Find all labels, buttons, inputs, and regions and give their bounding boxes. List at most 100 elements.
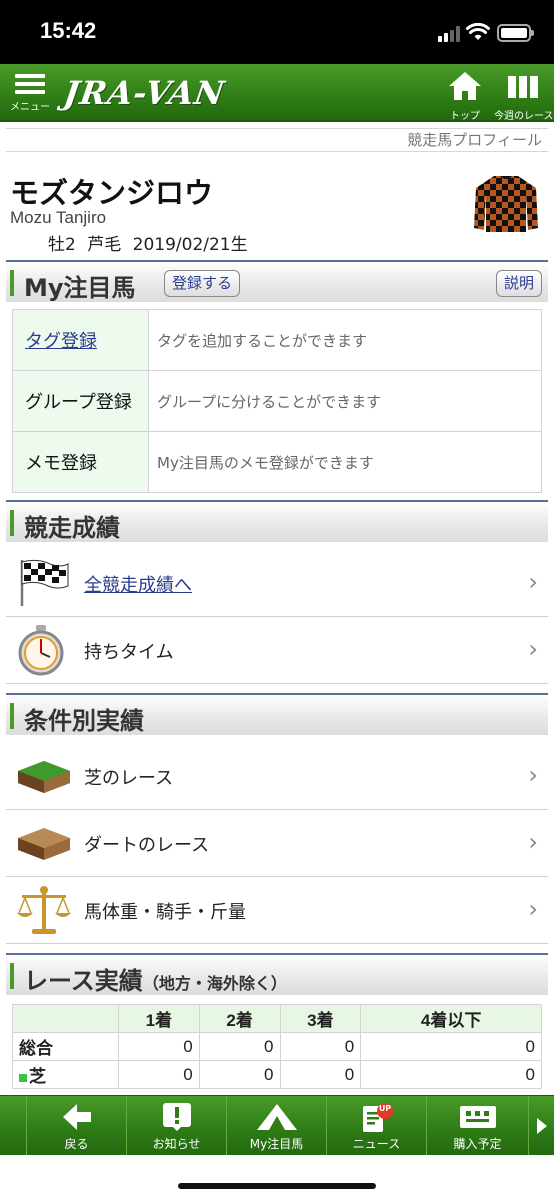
table-row: タグ登録 タグを追加することができます: [12, 309, 542, 371]
tab-planned-bets[interactable]: 購入予定: [426, 1096, 528, 1156]
horse-coat-color: 芦毛: [87, 235, 122, 255]
race-record-title: レース実績（地方・海外除く）: [24, 961, 287, 996]
jra-van-logo[interactable]: JRA-VAN: [61, 74, 227, 112]
memo-register-label[interactable]: メモ登録: [12, 431, 149, 493]
top-label: トップ: [450, 111, 480, 122]
best-times-label: 持ちタイム: [84, 642, 174, 663]
chevron-right-icon: ›: [528, 761, 538, 789]
help-button[interactable]: 説明: [496, 270, 542, 297]
tab-news-label: ニュース: [352, 1137, 401, 1151]
race-record-title-text: レース実績: [24, 967, 143, 995]
dirt-races-label: ダートのレース: [84, 835, 210, 856]
all-race-results-link[interactable]: 全競走成績へ: [84, 571, 192, 597]
race-record-subtitle: （地方・海外除く）: [142, 974, 287, 993]
turf-icon: [18, 761, 70, 793]
weight-jockey-row[interactable]: 馬体重・騎手・斤量 ›: [6, 877, 548, 944]
column-header: 4着以下: [360, 1004, 542, 1033]
cellular-signal-icon: [438, 26, 460, 42]
table-row: グループ登録 グループに分けることができます: [12, 370, 542, 432]
arrow-left-icon: [62, 1104, 91, 1130]
horse-name: モズタンジロウ: [10, 176, 214, 210]
table-corner-cell: [12, 1004, 119, 1033]
chevron-right-icon: ›: [528, 635, 538, 663]
table-cell: 0: [198, 1032, 281, 1061]
turf-races-row[interactable]: 芝のレース ›: [6, 743, 548, 810]
ticket-icon: [459, 1106, 496, 1128]
tag-register-link[interactable]: タグ登録: [25, 331, 97, 352]
all-race-results-row[interactable]: 全競走成績へ ›: [6, 550, 548, 617]
table-cell: 0: [279, 1032, 362, 1061]
my-watch-options-table: タグ登録 タグを追加することができます グループ登録 グループに分けることができ…: [12, 309, 542, 493]
tab-my-watch[interactable]: My注目馬: [226, 1096, 326, 1156]
turf-color-marker: [19, 1074, 27, 1082]
conditions-title: 条件別実績: [24, 707, 144, 735]
column-header: 3着: [279, 1004, 362, 1033]
race-record-section-header: レース実績（地方・海外除く）: [6, 953, 548, 995]
tab-back[interactable]: 戻る: [26, 1096, 126, 1156]
horse-info: 牡2 芦毛 2019/02/21生: [48, 230, 248, 255]
table-cell: 0: [279, 1060, 362, 1089]
checkered-flag-icon: [20, 559, 69, 606]
race-results-title: 競走成績: [24, 514, 120, 542]
my-watch-section-header: My注目馬 登録する 説明: [6, 260, 548, 302]
home-indicator[interactable]: [178, 1183, 376, 1189]
home-icon: [449, 72, 481, 100]
breadcrumb: 競走馬プロフィール: [6, 128, 548, 152]
tab-notices[interactable]: お知らせ: [126, 1096, 226, 1156]
dirt-races-row[interactable]: ダートのレース ›: [6, 810, 548, 877]
menu-button[interactable]: メニュー: [8, 70, 52, 120]
column-header: 1着: [118, 1004, 200, 1033]
table-row: 総合 0 0 0 0: [12, 1032, 542, 1061]
my-watch-title: My注目馬: [24, 274, 136, 302]
turf-races-label: 芝のレース: [84, 768, 174, 789]
stopwatch-icon: [18, 625, 64, 676]
group-register-label[interactable]: グループ登録: [12, 370, 149, 432]
race-record-table: 1着 2着 3着 4着以下 総合 0 0 0 0 芝 0 0 0 0: [12, 1004, 542, 1089]
table-row: 芝 0 0 0 0: [12, 1060, 542, 1089]
table-cell: 0: [360, 1032, 542, 1061]
best-times-row[interactable]: 持ちタイム ›: [6, 617, 548, 684]
status-time: 15:42: [40, 18, 97, 43]
conditions-section-header: 条件別実績: [6, 693, 548, 735]
row-header-label: 芝: [29, 1067, 46, 1086]
tab-my-watch-label: My注目馬: [249, 1137, 304, 1151]
horse-birthdate: 2019/02/21生: [132, 235, 248, 255]
dirt-icon: [18, 828, 70, 860]
chevron-right-icon: ›: [528, 828, 538, 856]
row-header: 総合: [12, 1032, 119, 1061]
top-button[interactable]: トップ: [442, 70, 488, 122]
status-bar: 15:42: [0, 0, 554, 64]
chevron-right-icon: ›: [528, 895, 538, 923]
table-row: メモ登録 My注目馬のメモ登録ができます: [12, 431, 542, 493]
table-cell: 0: [118, 1060, 200, 1089]
memo-register-description: My注目馬のメモ登録ができます: [148, 431, 542, 493]
news-badge: UP: [378, 1104, 392, 1113]
table-header-row: 1着 2着 3着 4着以下: [12, 1004, 542, 1033]
race-results-section-header: 競走成績: [6, 500, 548, 542]
this-week-races-label: 今週のレース: [494, 111, 554, 122]
home-indicator-area: [0, 1155, 554, 1200]
scale-icon: [17, 886, 71, 934]
alert-icon: [162, 1103, 191, 1131]
table-cell: 0: [360, 1060, 542, 1089]
columns-icon: [508, 76, 538, 98]
tag-register-description: タグを追加することができます: [148, 309, 542, 371]
battery-icon: [497, 24, 534, 42]
tab-scroll-right[interactable]: [528, 1096, 554, 1156]
tab-news[interactable]: UP ニュース: [326, 1096, 426, 1156]
register-button[interactable]: 登録する: [164, 270, 240, 297]
column-header: 2着: [198, 1004, 281, 1033]
weight-jockey-label: 馬体重・騎手・斤量: [84, 902, 246, 923]
horse-roman-name: Mozu Tanjiro: [10, 208, 107, 227]
row-header: 芝: [12, 1060, 119, 1089]
horse-sex-age: 牡2: [48, 235, 76, 255]
tab-scroll-left[interactable]: [0, 1096, 26, 1156]
this-week-races-button[interactable]: 今週のレース: [494, 70, 554, 122]
app-header: メニュー JRA-VAN トップ 今週のレース: [0, 64, 554, 122]
table-cell: 0: [198, 1060, 281, 1089]
triangle-icon: [256, 1104, 297, 1130]
jockey-silks-icon: [474, 176, 538, 232]
bottom-tab-bar: 戻る お知らせ My注目馬 UP ニュース 購入予定: [0, 1095, 554, 1156]
triangle-right-icon: [537, 1118, 547, 1134]
table-cell: 0: [118, 1032, 200, 1061]
